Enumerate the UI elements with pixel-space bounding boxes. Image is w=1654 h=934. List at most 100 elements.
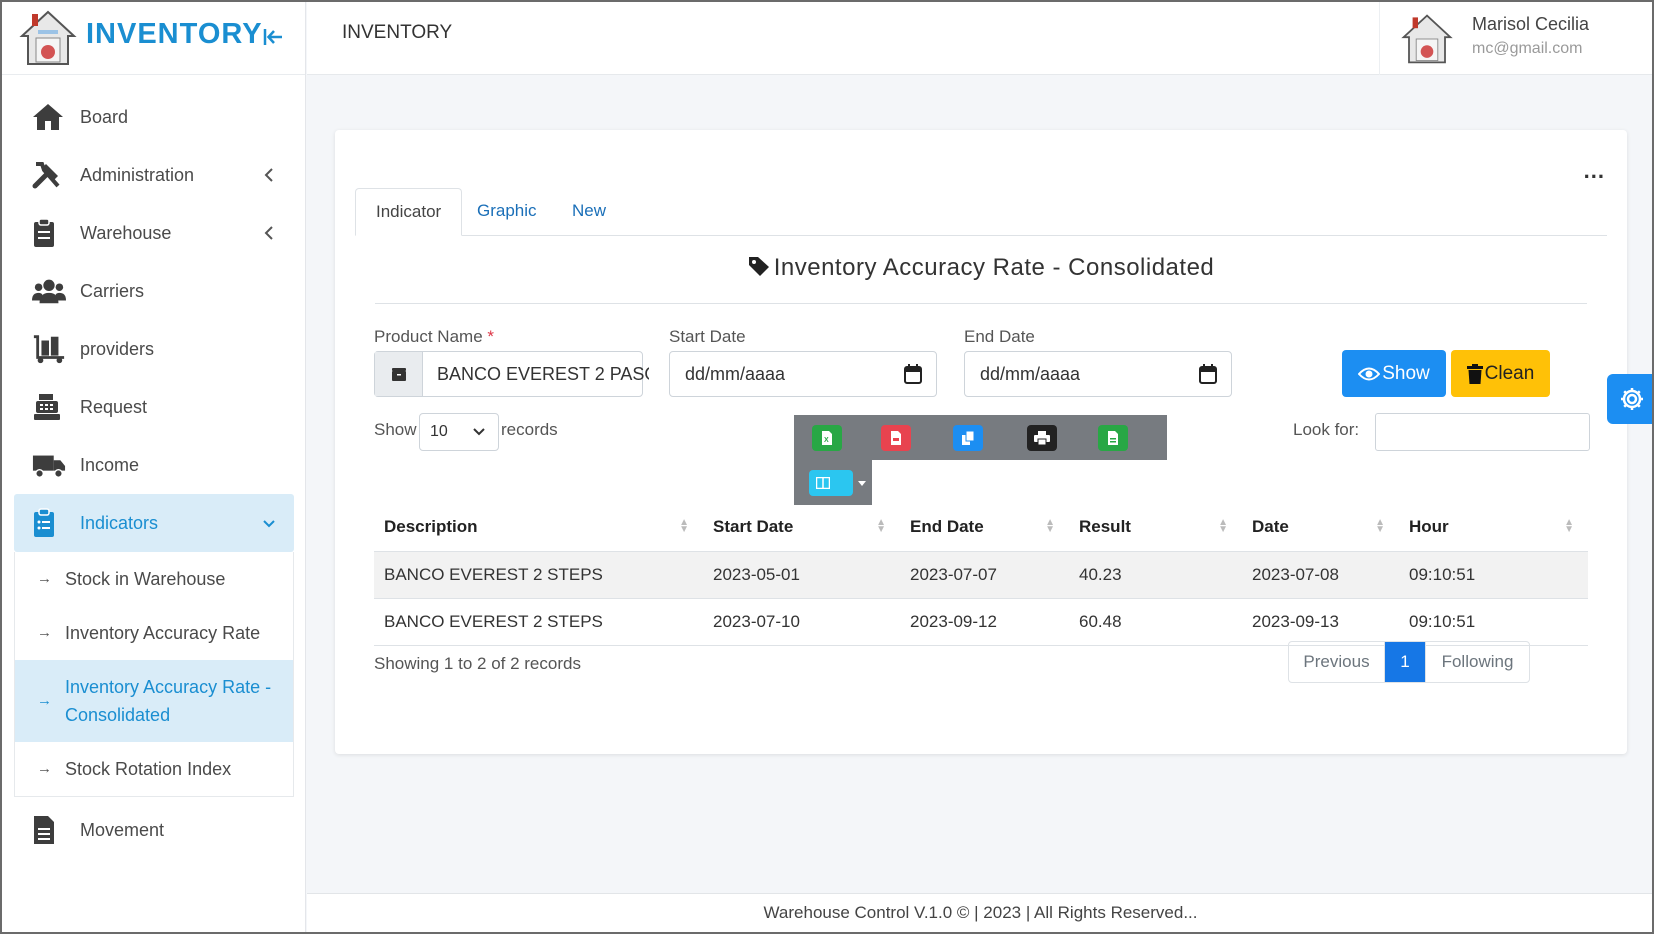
tab-new[interactable]: New — [552, 188, 626, 236]
csv-icon — [1108, 431, 1118, 445]
end-date-value: dd/mm/aaaa — [980, 364, 1081, 384]
arrow-right-icon: → — [37, 624, 52, 641]
pdf-export-button[interactable] — [881, 425, 911, 451]
table-row: BANCO EVEREST 2 STEPS 2023-07-10 2023-09… — [374, 598, 1588, 646]
table-info: Showing 1 to 2 of 2 records — [374, 654, 581, 673]
app-window: INVENTORY Board Administration Warehouse… — [0, 0, 1654, 934]
cell-end-date: 2023-09-12 — [900, 598, 1069, 646]
show-button[interactable]: Show — [1342, 350, 1446, 397]
clean-button[interactable]: Clean — [1451, 350, 1550, 397]
cash-register-icon — [32, 392, 66, 422]
calendar-icon[interactable] — [1199, 364, 1217, 384]
tools-icon — [32, 160, 66, 190]
file-icon — [32, 815, 66, 845]
sidebar-item-carriers[interactable]: Carriers — [14, 262, 294, 320]
cell-date: 2023-07-08 — [1242, 551, 1399, 599]
home-icon — [32, 102, 66, 132]
print-button[interactable] — [1027, 425, 1057, 451]
search-input[interactable] — [1375, 413, 1590, 451]
sidebar-item-label: Income — [80, 454, 140, 475]
start-date-label: Start Date — [669, 327, 746, 346]
column-header-hour[interactable]: Hour ▲ ▼ — [1399, 503, 1588, 552]
start-date-value: dd/mm/aaaa — [685, 364, 786, 384]
next-page-button[interactable]: Following — [1425, 642, 1529, 682]
footer: Warehouse Control V.1.0 © | 2023 | All R… — [307, 893, 1652, 932]
column-header-description[interactable]: Description ▲ ▼ — [374, 503, 703, 552]
print-icon — [1034, 431, 1050, 445]
sidebar-item-board[interactable]: Board — [14, 88, 294, 146]
sidebar-item-label: Indicators — [80, 512, 159, 533]
more-options-icon[interactable]: ... — [1584, 158, 1605, 184]
cell-hour: 09:10:51 — [1399, 551, 1588, 599]
show-button-label: Show — [1382, 362, 1430, 384]
submenu-item-label: Inventory Accuracy Rate — [65, 623, 261, 643]
end-date-input[interactable]: dd/mm/aaaa — [964, 351, 1232, 397]
sort-icon: ▲ ▼ — [876, 517, 886, 535]
tags-icon — [748, 257, 769, 276]
product-prepend — [375, 352, 423, 396]
sidebar-item-indicators[interactable]: Indicators — [14, 494, 294, 552]
sort-icon: ▲ ▼ — [1564, 517, 1574, 535]
table-row: BANCO EVEREST 2 STEPS 2023-05-01 2023-07… — [374, 551, 1588, 599]
heading-text: Inventory Accuracy Rate - Consolidated — [773, 254, 1215, 281]
sidebar-item-providers[interactable]: providers — [14, 320, 294, 378]
calendar-icon[interactable] — [904, 364, 922, 384]
divider — [375, 303, 1587, 304]
page-1-button[interactable]: 1 — [1385, 642, 1425, 682]
user-menu[interactable]: Marisol Cecilia mc@gmail.com — [1379, 2, 1652, 75]
submenu-item-label: Stock Rotation Index — [65, 759, 232, 779]
cell-start-date: 2023-07-10 — [703, 598, 900, 646]
indicator-card: ... Indicator Graphic New Inventory Accu… — [335, 130, 1627, 754]
sidebar-item-warehouse[interactable]: Warehouse — [14, 204, 294, 262]
column-header-label: Description — [384, 516, 478, 536]
truck-icon — [32, 450, 66, 480]
column-header-date[interactable]: Date ▲ ▼ — [1242, 503, 1399, 552]
excel-export-button[interactable]: X — [812, 425, 842, 451]
sidebar-item-movement[interactable]: Movement — [14, 801, 294, 859]
excel-icon: X — [822, 431, 832, 445]
product-name-field[interactable]: BANCO EVEREST 2 PASOS — [374, 351, 649, 397]
end-date-label: End Date — [964, 327, 1035, 346]
submenu-item-stock-in-warehouse[interactable]: → Stock in Warehouse — [15, 552, 293, 606]
tab-graphic[interactable]: Graphic — [457, 188, 557, 236]
avatar — [1401, 14, 1453, 64]
cell-description: BANCO EVEREST 2 STEPS — [374, 598, 703, 646]
gear-icon — [1621, 388, 1643, 410]
clipboard-list-icon — [32, 508, 66, 538]
submenu-item-inventory-accuracy-rate-consolidated[interactable]: → Inventory Accuracy Rate - Consolidated — [15, 660, 293, 742]
submenu-item-inventory-accuracy-rate[interactable]: → Inventory Accuracy Rate — [15, 606, 293, 660]
csv-export-button[interactable] — [1098, 425, 1128, 451]
sidebar-item-label: Movement — [80, 819, 165, 840]
sort-icon: ▲ ▼ — [1045, 517, 1055, 535]
column-header-result[interactable]: Result ▲ ▼ — [1069, 503, 1242, 552]
sidebar-item-label: Request — [80, 396, 148, 417]
column-visibility-button[interactable] — [809, 470, 866, 496]
column-header-end-date[interactable]: End Date ▲ ▼ — [900, 503, 1069, 552]
sort-icon: ▲ ▼ — [679, 517, 689, 535]
column-header-start-date[interactable]: Start Date ▲ ▼ — [703, 503, 900, 552]
box-icon — [391, 368, 406, 381]
svg-text:X: X — [824, 437, 829, 444]
sidebar-item-administration[interactable]: Administration — [14, 146, 294, 204]
column-header-label: Result — [1079, 516, 1131, 536]
product-name-label: Product Name * — [374, 327, 494, 347]
cell-result: 40.23 — [1069, 551, 1242, 599]
submenu-item-stock-rotation-index[interactable]: → Stock Rotation Index — [15, 742, 293, 796]
sidebar-item-request[interactable]: Request — [14, 378, 294, 436]
indicators-submenu: → Stock in Warehouse → Inventory Accurac… — [14, 552, 294, 797]
start-date-input[interactable]: dd/mm/aaaa — [669, 351, 937, 397]
previous-page-button[interactable]: Previous — [1289, 642, 1385, 682]
collapse-sidebar-icon[interactable] — [260, 24, 286, 50]
sidebar-item-income[interactable]: Income — [14, 436, 294, 494]
export-toolbar: X — [794, 415, 1167, 460]
brand: INVENTORY — [2, 2, 305, 75]
tab-indicator[interactable]: Indicator — [355, 188, 463, 236]
required-mark: * — [487, 327, 495, 346]
page-size-select[interactable]: 10 — [419, 413, 499, 451]
arrow-right-icon: → — [37, 760, 52, 777]
copy-button[interactable] — [953, 425, 983, 451]
records-label: records — [501, 420, 558, 439]
settings-button[interactable] — [1607, 374, 1652, 424]
caret-down-icon — [858, 481, 866, 486]
dolly-icon — [32, 334, 66, 364]
